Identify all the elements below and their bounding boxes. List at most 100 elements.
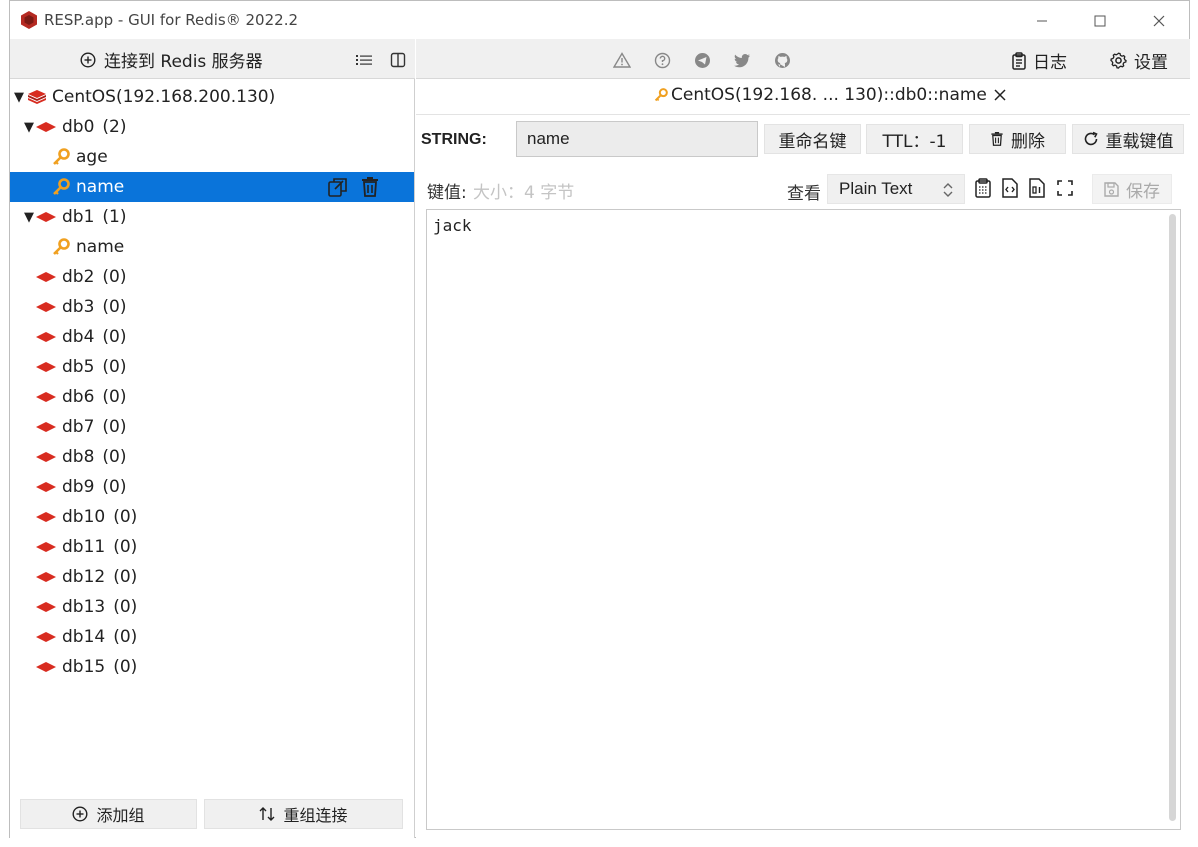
tree-key-row[interactable]: age [10,142,414,172]
minimize-button[interactable] [1019,7,1065,35]
resp-app-icon [21,11,37,29]
save-icon [1104,181,1119,197]
tree-db-row[interactable]: db11 (0) [10,532,414,562]
db-count: (0) [102,327,127,347]
tree-db-row[interactable]: db10 (0) [10,502,414,532]
trash-icon [991,132,1003,146]
tree-db-row[interactable]: db2 (0) [10,262,414,292]
database-icon [36,392,56,402]
db-name: db2 [62,267,95,287]
sort-arrows-icon [259,807,275,821]
db-name: db13 [62,597,106,617]
tree-db-row[interactable]: db4 (0) [10,322,414,352]
copy-value-button[interactable] [973,178,993,198]
app-window: RESP.app - GUI for Redis® 2022.2 连接到 Red… [9,0,1190,838]
ttl-button[interactable]: TTL：-1 [866,124,963,154]
save-label: 保存 [1126,181,1160,202]
connect-to-redis-button[interactable]: 连接到 Redis 服务器 [80,47,263,72]
maximize-icon [1094,15,1106,27]
rename-label: 重命名键 [778,131,847,152]
db-count: (0) [113,627,138,647]
db-count: (1) [102,207,127,227]
database-icon [36,662,56,672]
settings-button[interactable]: 设置 [1110,48,1168,73]
database-icon [36,572,56,582]
reorder-label: 重组连接 [283,806,348,825]
db-count: (0) [113,597,138,617]
key-name: name [76,237,125,257]
list-view-button[interactable] [354,50,374,70]
database-icon [36,512,56,522]
tree-key-row[interactable]: name [10,232,414,262]
format-code-button[interactable] [1000,178,1020,198]
split-view-button[interactable] [388,50,408,70]
save-button[interactable]: 保存 [1092,174,1172,204]
key-name-input[interactable] [516,121,758,157]
tree-db-row[interactable]: db15 (0) [10,652,414,682]
tree-db-row[interactable]: db5 (0) [10,352,414,382]
view-mode-select[interactable]: Plain Text [827,174,965,204]
add-group-button[interactable]: 添加组 [20,799,197,829]
delete-key-button[interactable]: 删除 [969,124,1066,154]
db-count: (2) [102,117,127,137]
expand-arrow-icon[interactable]: ▼ [22,210,36,225]
tree-db-row[interactable]: db6 (0) [10,382,414,412]
database-icon [36,452,56,462]
clipboard-icon [1012,51,1026,70]
db-count: (0) [102,447,127,467]
db-name: db9 [62,477,95,497]
database-icon [36,332,56,342]
maximize-button[interactable] [1077,7,1123,35]
close-window-button[interactable] [1136,7,1182,35]
db-name: db11 [62,537,106,557]
tree-db-row[interactable]: db14 (0) [10,622,414,652]
tree-db-row[interactable]: db12 (0) [10,562,414,592]
fullscreen-button[interactable] [1055,178,1075,198]
close-tab-icon[interactable] [993,88,1007,102]
expand-arrow-icon[interactable]: ▼ [22,120,36,135]
reorder-connections-button[interactable]: 重组连接 [204,799,403,829]
tree-db-row[interactable]: db3 (0) [10,292,414,322]
file-code-icon [1002,178,1018,198]
db-name: db6 [62,387,95,407]
database-icon [36,272,56,282]
fullscreen-icon [1057,180,1073,196]
value-toolbar: 键值: 大小：4 字节 查看 Plain Text 保存 [416,169,1190,207]
tree-key-row-selected[interactable]: name [10,172,414,202]
database-icon [36,542,56,552]
rename-key-button[interactable]: 重命名键 [764,124,861,154]
binary-view-button[interactable] [1027,178,1047,198]
tree-db-row[interactable]: db13 (0) [10,592,414,622]
plus-circle-icon [80,51,96,68]
vertical-scrollbar[interactable] [1169,214,1176,821]
key-icon [53,178,70,195]
reload-value-button[interactable]: 重载键值 [1072,124,1184,154]
tab-label: CentOS(192.168. ... 130)::db0::name [671,85,987,105]
tab-key-view[interactable]: CentOS(192.168. ... 130)::db0::name [654,85,1007,105]
expand-arrow-icon[interactable]: ▼ [12,90,26,105]
trash-icon[interactable] [360,176,380,198]
database-icon [36,632,56,642]
db-count: (0) [113,537,138,557]
tree-db-row[interactable]: db9 (0) [10,472,414,502]
db-name: db15 [62,657,106,677]
tree-db-row[interactable]: ▼ db1 (1) [10,202,414,232]
key-view-panel: 日志 设置 CentOS(192.168. ... 130)::db0::nam… [416,39,1190,838]
tree-db-row[interactable]: db8 (0) [10,442,414,472]
report-issue-button[interactable] [613,51,631,69]
github-button[interactable] [773,51,791,69]
value-editor[interactable]: jack [426,209,1181,830]
database-icon [36,302,56,312]
copy-key-icon[interactable] [327,176,349,198]
value-text[interactable]: jack [433,216,472,235]
telegram-button[interactable] [693,51,711,69]
twitter-button[interactable] [733,51,751,69]
db-name: db8 [62,447,95,467]
tree-server-row[interactable]: ▼ CentOS(192.168.200.130) [10,82,414,112]
updown-chevron-icon [943,183,953,197]
delete-label: 删除 [1011,131,1045,152]
tree-db-row[interactable]: ▼ db0 (2) [10,112,414,142]
help-button[interactable] [653,51,671,69]
log-button[interactable]: 日志 [1012,48,1067,73]
tree-db-row[interactable]: db7 (0) [10,412,414,442]
